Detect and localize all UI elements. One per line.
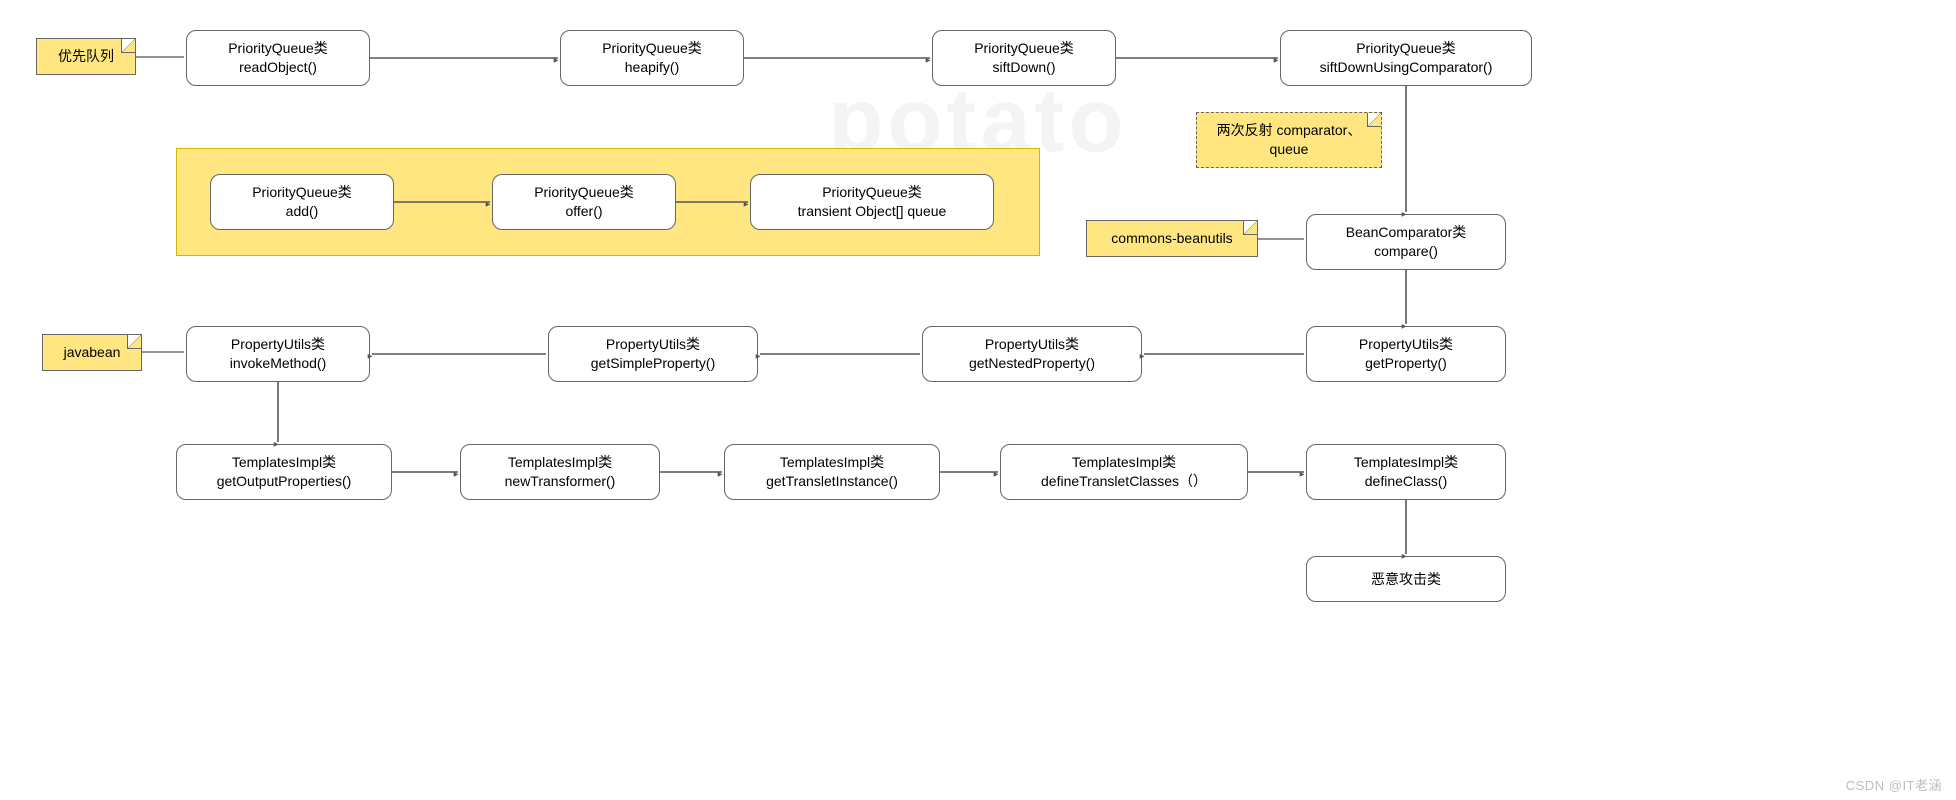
node-pq-add: PriorityQueue类 add() (210, 174, 394, 230)
node-pu-invokeMethod: PropertyUtils类 invokeMethod() (186, 326, 370, 382)
note-label: 两次反射 comparator、queue (1217, 122, 1362, 157)
node-pu-getNestedProperty: PropertyUtils类 getNestedProperty() (922, 326, 1142, 382)
node-ti-defineClass: TemplatesImpl类 defineClass() (1306, 444, 1506, 500)
node-ti-getOutputProperties: TemplatesImpl类 getOutputProperties() (176, 444, 392, 500)
node-pq-siftDownUsingComparator: PriorityQueue类 siftDownUsingComparator() (1280, 30, 1532, 86)
note-priority-queue: 优先队列 (36, 38, 136, 75)
edges-layer: refY="5" markerWidth="8" markerHeight="8… (0, 0, 1956, 800)
node-pq-readObject: PriorityQueue类 readObject() (186, 30, 370, 86)
note-commons-beanutils: commons-beanutils (1086, 220, 1258, 257)
node-ti-defineTransletClasses: TemplatesImpl类 defineTransletClasses（） (1000, 444, 1248, 500)
node-pq-offer: PriorityQueue类 offer() (492, 174, 676, 230)
note-fold-icon (127, 335, 141, 349)
node-malicious-class: 恶意攻击类 (1306, 556, 1506, 602)
note-reflection: 两次反射 comparator、queue (1196, 112, 1382, 168)
node-ti-getTransletInstance: TemplatesImpl类 getTransletInstance() (724, 444, 940, 500)
note-label: javabean (64, 344, 121, 360)
note-javabean: javabean (42, 334, 142, 371)
node-bc-compare: BeanComparator类 compare() (1306, 214, 1506, 270)
node-pu-getProperty: PropertyUtils类 getProperty() (1306, 326, 1506, 382)
node-pq-siftDown: PriorityQueue类 siftDown() (932, 30, 1116, 86)
note-fold-icon (1243, 221, 1257, 235)
node-pu-getSimpleProperty: PropertyUtils类 getSimpleProperty() (548, 326, 758, 382)
note-label: commons-beanutils (1111, 230, 1232, 246)
note-fold-icon (121, 39, 135, 53)
node-ti-newTransformer: TemplatesImpl类 newTransformer() (460, 444, 660, 500)
note-fold-icon (1367, 113, 1381, 127)
node-pq-queue: PriorityQueue类 transient Object[] queue (750, 174, 994, 230)
attribution-text: CSDN @IT老涵 (1846, 775, 1942, 794)
node-pq-heapify: PriorityQueue类 heapify() (560, 30, 744, 86)
note-label: 优先队列 (58, 48, 114, 64)
